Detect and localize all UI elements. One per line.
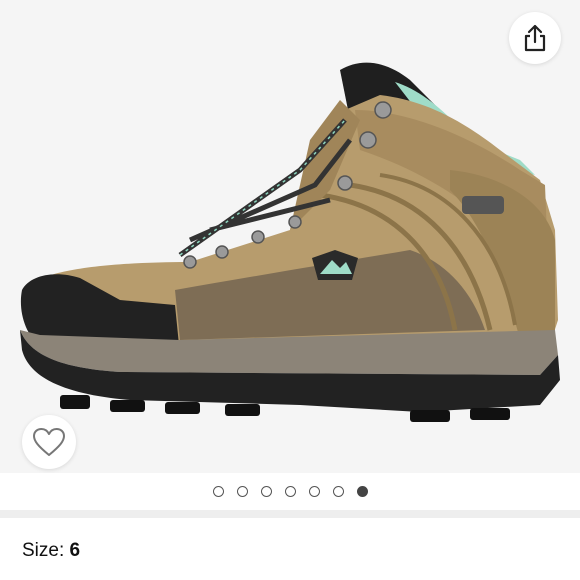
pagination-dot[interactable]: [308, 485, 320, 497]
wishlist-button[interactable]: [22, 415, 76, 469]
product-image-gallery[interactable]: [0, 0, 580, 473]
heart-icon: [33, 428, 65, 456]
pagination-dot-active[interactable]: [356, 485, 368, 497]
size-label: Size:: [22, 540, 65, 561]
size-info: Size: 6: [22, 540, 80, 562]
pagination-dot[interactable]: [332, 485, 344, 497]
pagination-dot[interactable]: [236, 485, 248, 497]
pagination-dot[interactable]: [212, 485, 224, 497]
image-pagination: [0, 473, 580, 509]
pagination-dot[interactable]: [260, 485, 272, 497]
share-icon: [524, 24, 546, 52]
size-value: 6: [69, 540, 81, 561]
section-divider: [0, 510, 580, 518]
hiking-boot-image: [20, 62, 560, 422]
share-button[interactable]: [509, 12, 561, 64]
pagination-dot[interactable]: [284, 485, 296, 497]
